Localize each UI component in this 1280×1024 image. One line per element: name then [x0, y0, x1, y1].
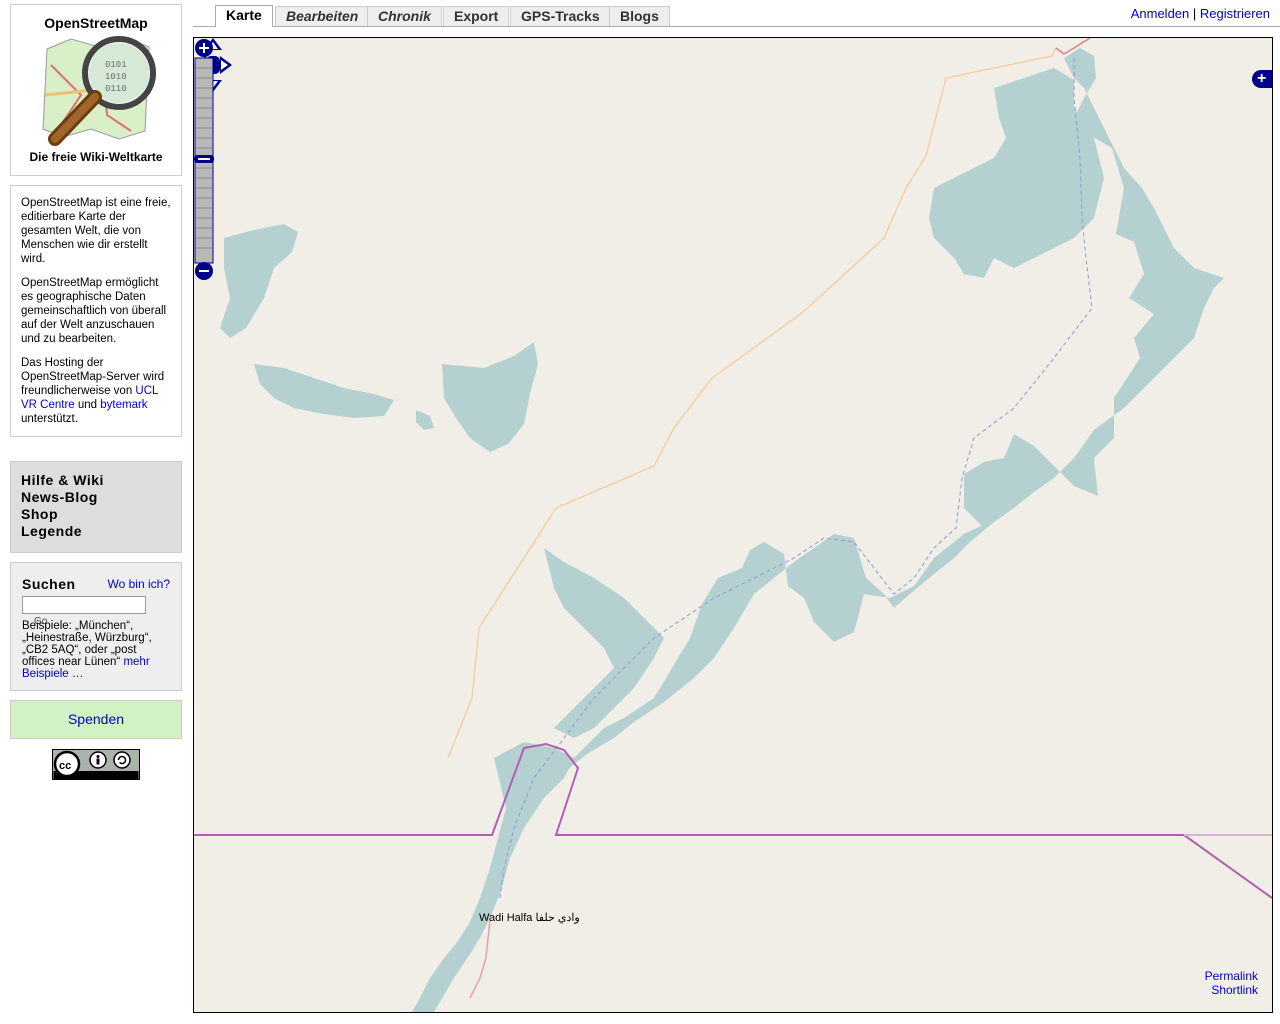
user-links-separator: | — [1192, 6, 1197, 21]
place-label-wadi-halfa: Wadi Halfa وادي حلفا — [479, 912, 580, 924]
plus-icon: + — [1257, 70, 1267, 87]
svg-text:cc: cc — [59, 760, 71, 772]
donate-button[interactable]: Spenden — [10, 700, 182, 739]
svg-text:1010: 1010 — [105, 72, 127, 82]
tab-karte[interactable]: Karte — [215, 5, 273, 27]
search-panel: Suchen Wo bin ich? Go Beispiele: „Münche… — [10, 562, 182, 691]
west-lake-2-water — [254, 364, 394, 418]
west-lake-4-water — [416, 410, 434, 430]
help-wiki-link[interactable]: Hilfe & Wiki — [21, 472, 171, 489]
tab-gps-tracks[interactable]: GPS-Tracks — [510, 6, 611, 26]
cc-by-sa-icon[interactable]: cc — [52, 749, 140, 780]
west-lake-1-water — [220, 224, 298, 338]
northern-bay-water — [929, 68, 1104, 278]
donate-link[interactable]: Spenden — [68, 711, 124, 727]
tab-bearbeiten[interactable]: Bearbeiten — [275, 6, 370, 26]
map-view[interactable]: Wadi Halfa وادي حلفا Permalink Shortlink — [193, 37, 1273, 1013]
svg-text:0110: 0110 — [105, 84, 127, 94]
permalinks: Permalink Shortlink — [1205, 969, 1258, 997]
permalink-link[interactable]: Permalink — [1205, 969, 1258, 983]
logo-title: OpenStreetMap — [44, 15, 148, 31]
tab-bar: Karte Bearbeiten Chronik Export GPS-Trac… — [193, 0, 1280, 27]
shop-link[interactable]: Shop — [21, 506, 171, 523]
svg-text:0101: 0101 — [105, 60, 127, 70]
logo-subtitle: Die freie Wiki-Weltkarte — [29, 150, 163, 164]
hosting-mid: und — [74, 399, 101, 411]
shortlink-link[interactable]: Shortlink — [1205, 983, 1258, 997]
tab-chronik[interactable]: Chronik — [367, 6, 442, 26]
road-line — [447, 47, 1057, 759]
tab-blogs[interactable]: Blogs — [609, 6, 670, 26]
zoom-control[interactable] — [194, 38, 214, 282]
register-link[interactable]: Registrieren — [1200, 6, 1270, 21]
lake-nasser-water — [412, 48, 1224, 1012]
where-am-i-link[interactable]: Wo bin ich? — [108, 577, 170, 591]
news-blog-link[interactable]: News-Blog — [21, 489, 171, 506]
bytemark-link[interactable]: bytemark — [100, 399, 147, 411]
layer-switcher-button[interactable]: + — [1252, 70, 1272, 88]
west-lake-3-water — [442, 342, 538, 452]
intro-text-3: Das Hosting der OpenStreetMap-Server wir… — [21, 356, 171, 426]
search-examples: Beispiele: „München“, „Heinestraße, Würz… — [22, 620, 167, 680]
legend-link[interactable]: Legende — [21, 523, 171, 540]
user-links: Anmelden | Registrieren — [1131, 6, 1270, 21]
osm-logo-icon[interactable]: 0101 1010 0110 — [41, 35, 157, 147]
login-link[interactable]: Anmelden — [1131, 6, 1190, 21]
intro-panel: OpenStreetMap ist eine freie, editierbar… — [10, 185, 182, 437]
help-links-panel: Hilfe & Wiki News-Blog Shop Legende — [10, 461, 182, 553]
search-input[interactable] — [22, 596, 146, 614]
search-title: Suchen — [22, 576, 76, 592]
logo-panel: OpenStreetMap 0101 1010 0110 Die freie W… — [10, 4, 182, 176]
tab-export[interactable]: Export — [443, 6, 510, 26]
intro-text-2: OpenStreetMap ermöglicht es geographisch… — [21, 277, 167, 345]
hosting-suffix: unterstützt. — [21, 413, 78, 425]
country-border — [194, 742, 1272, 899]
map-canvas[interactable] — [194, 38, 1272, 1012]
intro-text-1: OpenStreetMap ist eine freie, editierbar… — [21, 197, 171, 265]
